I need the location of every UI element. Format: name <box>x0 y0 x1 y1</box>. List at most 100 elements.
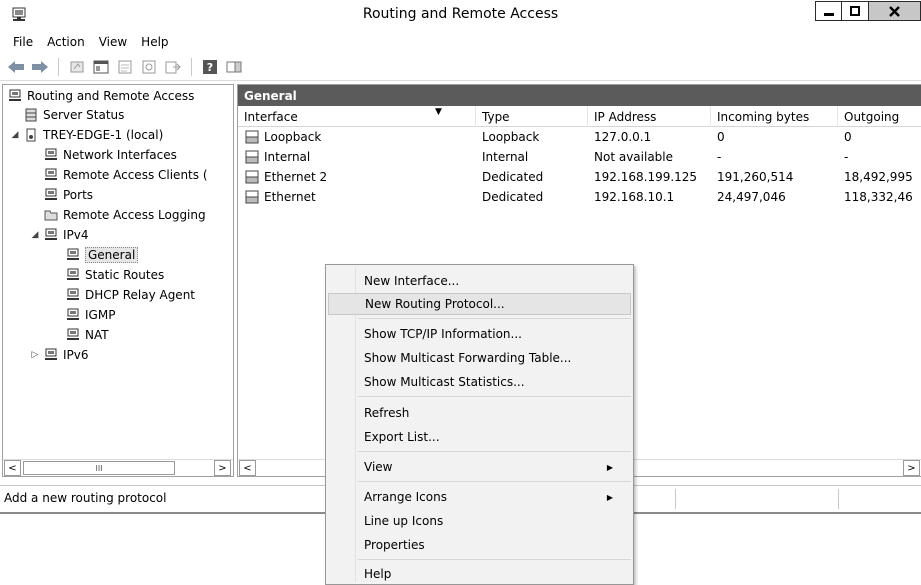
network-interface-icon <box>244 129 260 145</box>
scroll-thumb[interactable]: III <box>23 461 175 475</box>
back-icon[interactable] <box>6 57 26 77</box>
tree-node-igmp[interactable]: IGMP <box>65 305 115 325</box>
scroll-right-button[interactable]: > <box>903 460 920 476</box>
action-pane-icon[interactable] <box>224 57 244 77</box>
outgoing-cell: 0 <box>844 130 852 144</box>
up-icon[interactable] <box>67 57 87 77</box>
tree-node-dhcp-relay[interactable]: DHCP Relay Agent <box>65 285 195 305</box>
type-cell: Internal <box>482 150 529 164</box>
ip-cell: 192.168.199.125 <box>594 170 698 184</box>
type-cell: Loopback <box>482 130 540 144</box>
submenu-arrow-icon: ▶ <box>606 492 613 502</box>
toolbar: ? <box>0 53 921 81</box>
close-button[interactable] <box>868 1 921 21</box>
tree-node-ipv6[interactable]: ▷ IPv6 <box>29 345 89 365</box>
tree-node-network-interfaces[interactable]: Network Interfaces <box>43 145 177 165</box>
tree-label-remote-access-logging: Remote Access Logging <box>63 208 206 222</box>
menu-view[interactable]: View ▶ <box>328 456 631 478</box>
tree-label-remote-access-clients: Remote Access Clients ( <box>63 168 208 182</box>
menu-new-routing-protocol[interactable]: New Routing Protocol... <box>328 293 631 315</box>
table-row[interactable]: Ethernet Dedicated 192.168.10.1 24,497,0… <box>238 187 921 207</box>
menu-properties[interactable]: Properties <box>328 534 631 556</box>
outgoing-cell: 18,492,995 <box>844 170 913 184</box>
column-incoming-bytes[interactable]: Incoming bytes <box>711 106 838 127</box>
title-bar[interactable]: Routing and Remote Access <box>0 0 921 31</box>
interface-cell: Loopback <box>238 127 321 147</box>
tree-label-ports: Ports <box>63 188 94 202</box>
expanded-arrow-icon[interactable]: ◢ <box>29 230 41 240</box>
incoming-cell: 24,497,046 <box>717 190 786 204</box>
tree-node-root[interactable]: Routing and Remote Access <box>7 86 194 106</box>
menu-new-interface[interactable]: New Interface... <box>328 270 631 292</box>
menu-view-label: View <box>364 460 393 474</box>
column-type[interactable]: Type <box>476 106 588 127</box>
menu-separator <box>358 481 631 482</box>
menu-line-up-icons[interactable]: Line up Icons <box>328 510 631 532</box>
scroll-left-button[interactable]: < <box>239 460 256 476</box>
refresh-icon[interactable] <box>139 57 159 77</box>
tree-node-remote-access-logging[interactable]: Remote Access Logging <box>43 205 206 225</box>
menu-action[interactable]: Action <box>40 35 92 49</box>
table-row[interactable]: Ethernet 2 Dedicated 192.168.199.125 191… <box>238 167 921 187</box>
status-divider <box>675 489 676 509</box>
menu-bar: File Action View Help <box>0 31 921 53</box>
interface-name: Ethernet <box>264 190 316 204</box>
tree-node-ports[interactable]: Ports <box>43 185 93 205</box>
interface-name: Ethernet 2 <box>264 170 328 184</box>
properties-icon[interactable] <box>115 57 135 77</box>
menu-arrange-icons-label: Arrange Icons <box>364 490 447 504</box>
export-icon[interactable] <box>163 57 183 77</box>
collapsed-arrow-icon[interactable]: ▷ <box>29 350 41 360</box>
menu-view[interactable]: View <box>92 35 134 49</box>
tree-node-general[interactable]: General <box>65 245 139 265</box>
routing-node-icon <box>65 287 81 303</box>
forward-icon[interactable] <box>30 57 50 77</box>
tree-node-remote-access-clients[interactable]: Remote Access Clients ( <box>43 165 208 185</box>
tree-node-server-status[interactable]: Server Status <box>23 105 124 125</box>
tree-label-network-interfaces: Network Interfaces <box>63 148 177 162</box>
type-cell: Dedicated <box>482 170 544 184</box>
menu-show-tcpip-information[interactable]: Show TCP/IP Information... <box>328 323 631 345</box>
menu-separator <box>358 451 631 452</box>
network-interface-icon <box>244 169 260 185</box>
menu-help[interactable]: Help <box>328 563 631 585</box>
scroll-right-button[interactable]: > <box>214 460 231 476</box>
menu-help[interactable]: Help <box>134 35 175 49</box>
tree-node-nat[interactable]: NAT <box>65 325 109 345</box>
routing-node-icon <box>43 147 59 163</box>
console-tree[interactable]: Routing and Remote Access Server Status … <box>2 84 234 477</box>
tree-node-static-routes[interactable]: Static Routes <box>65 265 164 285</box>
network-interface-icon <box>244 189 260 205</box>
table-row[interactable]: Loopback Loopback 127.0.0.1 0 0 <box>238 127 921 147</box>
table-row[interactable]: Internal Internal Not available - - <box>238 147 921 167</box>
status-text: Add a new routing protocol <box>4 491 167 505</box>
routing-node-icon <box>43 347 59 363</box>
tree-label-server: TREY-EDGE-1 (local) <box>43 128 164 142</box>
scroll-left-button[interactable]: < <box>4 460 21 476</box>
server-computer-icon <box>23 127 39 143</box>
interface-cell: Internal <box>238 147 310 167</box>
tree-horizontal-scrollbar[interactable]: < III > <box>3 459 233 476</box>
column-ip-address[interactable]: IP Address <box>588 106 711 127</box>
menu-refresh[interactable]: Refresh <box>328 402 631 424</box>
tree-node-server[interactable]: ◢ TREY-EDGE-1 (local) <box>9 125 164 145</box>
column-outgoing[interactable]: Outgoing <box>838 106 921 127</box>
menu-export-list[interactable]: Export List... <box>328 426 631 448</box>
routing-node-icon <box>43 227 59 243</box>
tree-label-general: General <box>85 247 139 263</box>
menu-show-multicast-forwarding-table[interactable]: Show Multicast Forwarding Table... <box>328 347 631 369</box>
menu-show-multicast-statistics[interactable]: Show Multicast Statistics... <box>328 371 631 393</box>
svg-text:?: ? <box>207 61 213 74</box>
expanded-arrow-icon[interactable]: ◢ <box>9 130 21 140</box>
menu-file[interactable]: File <box>6 35 40 49</box>
folder-icon <box>43 207 59 223</box>
interface-cell: Ethernet 2 <box>238 167 327 187</box>
tree-node-ipv4[interactable]: ◢ IPv4 <box>29 225 89 245</box>
help-icon[interactable]: ? <box>200 57 220 77</box>
ip-cell: 192.168.10.1 <box>594 190 675 204</box>
interface-name: Loopback <box>264 130 322 144</box>
menu-arrange-icons[interactable]: Arrange Icons ▶ <box>328 486 631 508</box>
show-hide-tree-icon[interactable] <box>91 57 111 77</box>
maximize-button[interactable] <box>841 1 868 21</box>
minimize-button[interactable] <box>815 1 841 21</box>
